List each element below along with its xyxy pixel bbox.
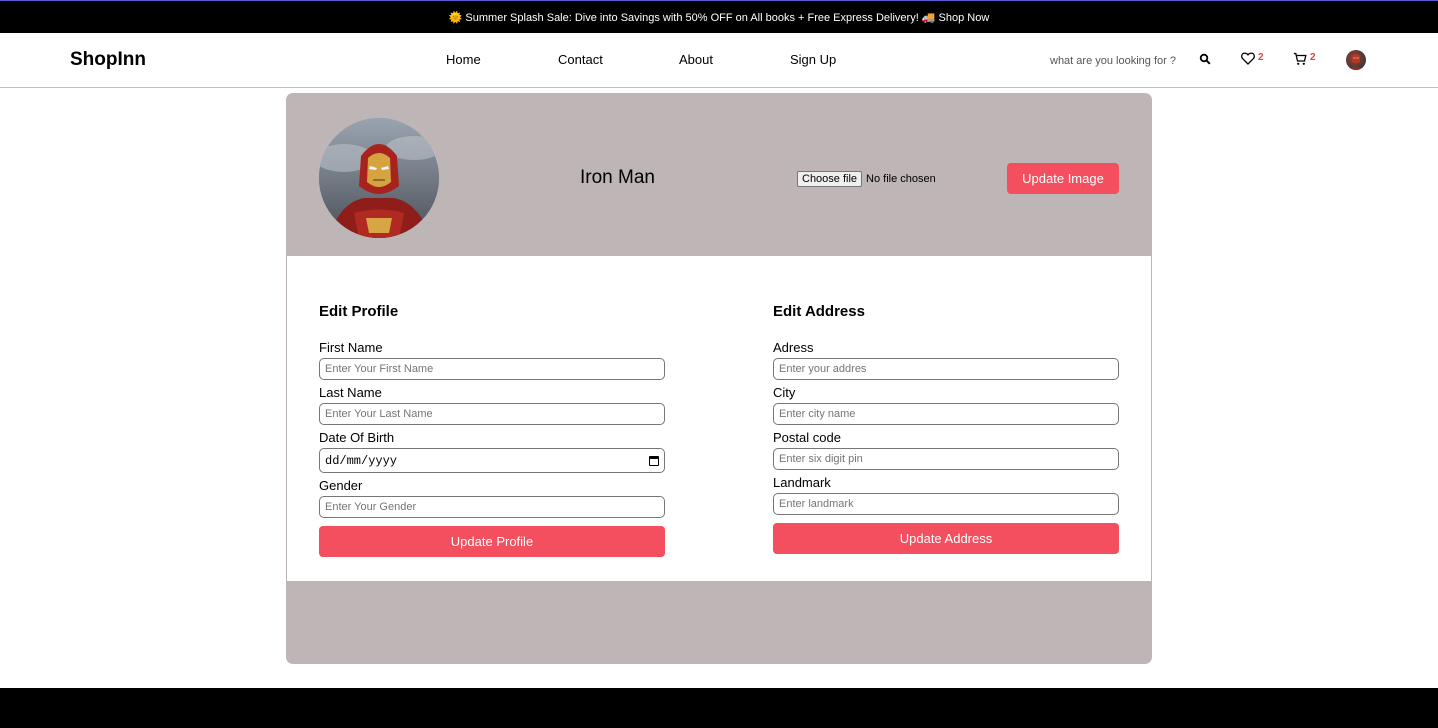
file-picker: Choose file No file chosen	[797, 171, 936, 187]
dob-input[interactable]: dd/mm/yyyy	[319, 448, 665, 473]
nav-link-home[interactable]: Home	[446, 52, 481, 67]
user-avatar[interactable]	[1346, 50, 1366, 70]
update-profile-button[interactable]: Update Profile	[319, 526, 665, 557]
cart-icon[interactable]	[1293, 52, 1308, 66]
update-image-button[interactable]: Update Image	[1007, 163, 1119, 194]
search-input[interactable]	[1050, 51, 1190, 71]
profile-header: Iron Man Choose file No file chosen Upda…	[286, 93, 1152, 256]
profile-card: Iron Man Choose file No file chosen Upda…	[286, 93, 1152, 664]
footer	[0, 688, 1438, 728]
promo-text[interactable]: 🌞 Summer Splash Sale: Dive into Savings …	[449, 11, 990, 24]
search-icon[interactable]	[1199, 52, 1213, 66]
first-name-input[interactable]	[319, 358, 665, 380]
dob-value: dd/mm/yyyy	[325, 453, 398, 468]
postal-code-label: Postal code	[773, 430, 841, 445]
address-label: Adress	[773, 340, 814, 355]
profile-name: Iron Man	[580, 167, 655, 188]
landmark-input[interactable]	[773, 493, 1119, 515]
nav-link-signup[interactable]: Sign Up	[790, 52, 836, 67]
promo-banner: 🌞 Summer Splash Sale: Dive into Savings …	[0, 0, 1438, 33]
last-name-label: Last Name	[319, 385, 382, 400]
calendar-icon[interactable]	[649, 455, 659, 466]
edit-profile-title: Edit Profile	[319, 303, 399, 320]
edit-address-title: Edit Address	[773, 303, 865, 320]
profile-image	[319, 118, 439, 238]
wishlist-count-badge: 2	[1258, 52, 1264, 63]
nav-links: Home Contact About Sign Up	[0, 52, 1438, 72]
dob-label: Date Of Birth	[319, 430, 395, 445]
heart-icon[interactable]	[1241, 52, 1256, 66]
address-input[interactable]	[773, 358, 1119, 380]
update-address-button[interactable]: Update Address	[773, 523, 1119, 554]
navbar: ShopInn Home Contact About Sign Up 2 2	[0, 33, 1438, 88]
gender-input[interactable]	[319, 496, 665, 518]
first-name-label: First Name	[319, 340, 383, 355]
nav-link-about[interactable]: About	[679, 52, 713, 67]
nav-link-contact[interactable]: Contact	[558, 52, 603, 67]
file-status: No file chosen	[866, 173, 936, 185]
postal-code-input[interactable]	[773, 448, 1119, 470]
gender-label: Gender	[319, 478, 363, 493]
city-input[interactable]	[773, 403, 1119, 425]
cart-count-badge: 2	[1310, 52, 1316, 63]
choose-file-button[interactable]: Choose file	[797, 171, 863, 187]
edit-forms: Edit Profile First Name Last Name Date O…	[287, 256, 1151, 581]
city-label: City	[773, 385, 796, 400]
last-name-input[interactable]	[319, 403, 665, 425]
landmark-label: Landmark	[773, 475, 831, 490]
